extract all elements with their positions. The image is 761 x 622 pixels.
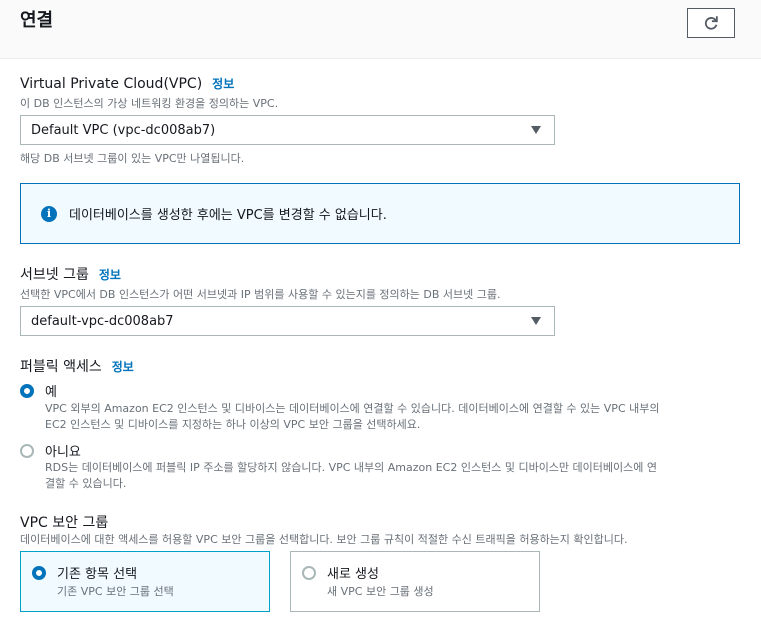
vpc-notice-text: 데이터베이스를 생성한 후에는 VPC를 변경할 수 없습니다. — [69, 208, 387, 223]
existing-security-group-description: 기존 VPC 보안 그룹 선택 — [57, 585, 174, 598]
subnet-info-link[interactable]: 정보 — [99, 266, 121, 283]
caret-down-icon — [531, 126, 541, 134]
vpc-notice: i 데이터베이스를 생성한 후에는 VPC를 변경할 수 없습니다. — [20, 183, 740, 244]
vpc-hint: 해당 DB 서브넷 그룹이 있는 VPC만 나열됩니다. — [20, 152, 245, 165]
public-access-no-label[interactable]: 아니요 — [45, 441, 81, 460]
public-access-yes-description: VPC 외부의 Amazon EC2 인스턴스 및 디바이스는 데이터베이스에 … — [45, 401, 745, 433]
public-access-no-description-line1: RDS는 데이터베이스에 퍼블릭 IP 주소를 할당하지 않습니다. VPC 내… — [45, 461, 657, 474]
new-security-group-label: 새로 생성 — [327, 567, 379, 582]
info-icon: i — [41, 205, 57, 222]
new-security-group-radio[interactable] — [302, 566, 316, 580]
vpc-info-link[interactable]: 정보 — [212, 75, 234, 92]
vpc-description: 이 DB 인스턴스의 가상 네트워킹 환경을 정의하는 VPC. — [20, 97, 279, 110]
public-access-yes-description-line2: EC2 인스턴스 및 디바이스를 지정하는 하나 이상의 VPC 보안 그룹을 … — [45, 418, 421, 431]
new-security-group-description: 새 VPC 보안 그룹 생성 — [327, 585, 434, 598]
vpc-label-row: Virtual Private Cloud(VPC) 정보 — [20, 75, 234, 92]
refresh-button[interactable] — [687, 8, 735, 38]
existing-security-group-tile[interactable]: 기존 항목 선택 기존 VPC 보안 그룹 선택 — [20, 551, 270, 612]
public-access-yes-radio[interactable] — [20, 384, 34, 398]
new-security-group-tile[interactable]: 새로 생성 새 VPC 보안 그룹 생성 — [290, 551, 540, 612]
public-access-no-radio[interactable] — [20, 444, 34, 458]
public-access-yes-description-line1: VPC 외부의 Amazon EC2 인스턴스 및 디바이스는 데이터베이스에 … — [45, 402, 660, 415]
subnet-label: 서브넷 그룹 — [20, 267, 89, 283]
security-group-description: 데이터베이스에 대한 액세스를 허용할 VPC 보안 그룹을 선택합니다. 보안… — [20, 533, 628, 546]
security-group-label: VPC 보안 그룹 — [20, 515, 109, 531]
section-header: 연결 — [0, 0, 761, 59]
vpc-label: Virtual Private Cloud(VPC) — [20, 76, 203, 92]
subnet-select[interactable]: default-vpc-dc008ab7 — [20, 306, 555, 336]
public-access-yes-label[interactable]: 예 — [45, 381, 57, 400]
public-access-label-row: 퍼블릭 액세스 정보 — [20, 356, 134, 376]
section-title: 연결 — [20, 10, 54, 31]
public-access-no-description: RDS는 데이터베이스에 퍼블릭 IP 주소를 할당하지 않습니다. VPC 내… — [45, 460, 745, 492]
security-group-label-row: VPC 보안 그룹 — [20, 512, 108, 532]
public-access-info-link[interactable]: 정보 — [112, 358, 134, 375]
subnet-description: 선택한 VPC에서 DB 인스턴스가 어떤 서브넷과 IP 범위를 사용할 수 … — [20, 288, 501, 301]
vpc-select[interactable]: Default VPC (vpc-dc008ab7) — [20, 115, 555, 145]
existing-security-group-radio[interactable] — [32, 566, 46, 580]
subnet-label-row: 서브넷 그룹 정보 — [20, 264, 121, 284]
public-access-label: 퍼블릭 액세스 — [20, 359, 102, 375]
public-access-no-description-line2: 결할 수 있습니다. — [45, 477, 127, 490]
subnet-select-value: default-vpc-dc008ab7 — [31, 313, 174, 329]
existing-security-group-label: 기존 항목 선택 — [57, 567, 138, 582]
refresh-icon — [704, 16, 718, 30]
caret-down-icon — [531, 317, 541, 325]
vpc-select-value: Default VPC (vpc-dc008ab7) — [31, 122, 216, 138]
